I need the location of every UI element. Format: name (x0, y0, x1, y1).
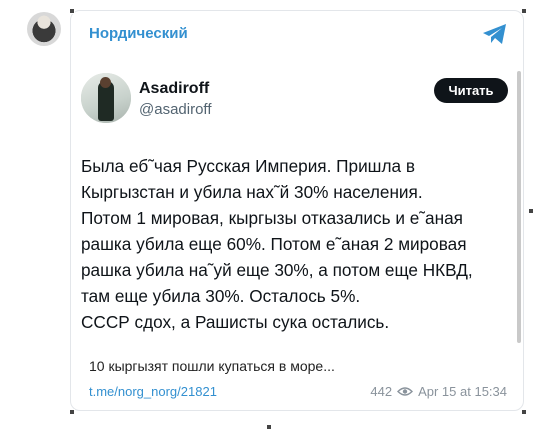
scrollbar[interactable] (517, 71, 521, 343)
post-link[interactable]: t.me/norg_norg/21821 (89, 384, 217, 399)
channel-avatar[interactable] (27, 12, 61, 46)
tweet-text: Была еб˜чая Русская Империя. Пришла в Кы… (81, 156, 473, 332)
channel-name[interactable]: Нордический (89, 25, 188, 42)
tweet-display-name[interactable]: Asadiroff (139, 80, 209, 98)
telegram-icon[interactable] (482, 23, 508, 45)
post-meta: 442 Apr 15 at 15:34 (370, 384, 507, 399)
post-card: Нордический Asadiroff @asadiroff Читать … (70, 10, 524, 411)
tweet-handle[interactable]: @asadiroff (139, 101, 212, 118)
view-count: 442 (370, 384, 393, 399)
eye-icon (397, 387, 414, 396)
timestamp: Apr 15 at 15:34 (418, 384, 507, 399)
tweet-avatar[interactable] (81, 73, 131, 123)
preview-text: 10 кыргызят пошли купаться в море... (89, 358, 335, 374)
read-button[interactable]: Читать (434, 78, 508, 103)
